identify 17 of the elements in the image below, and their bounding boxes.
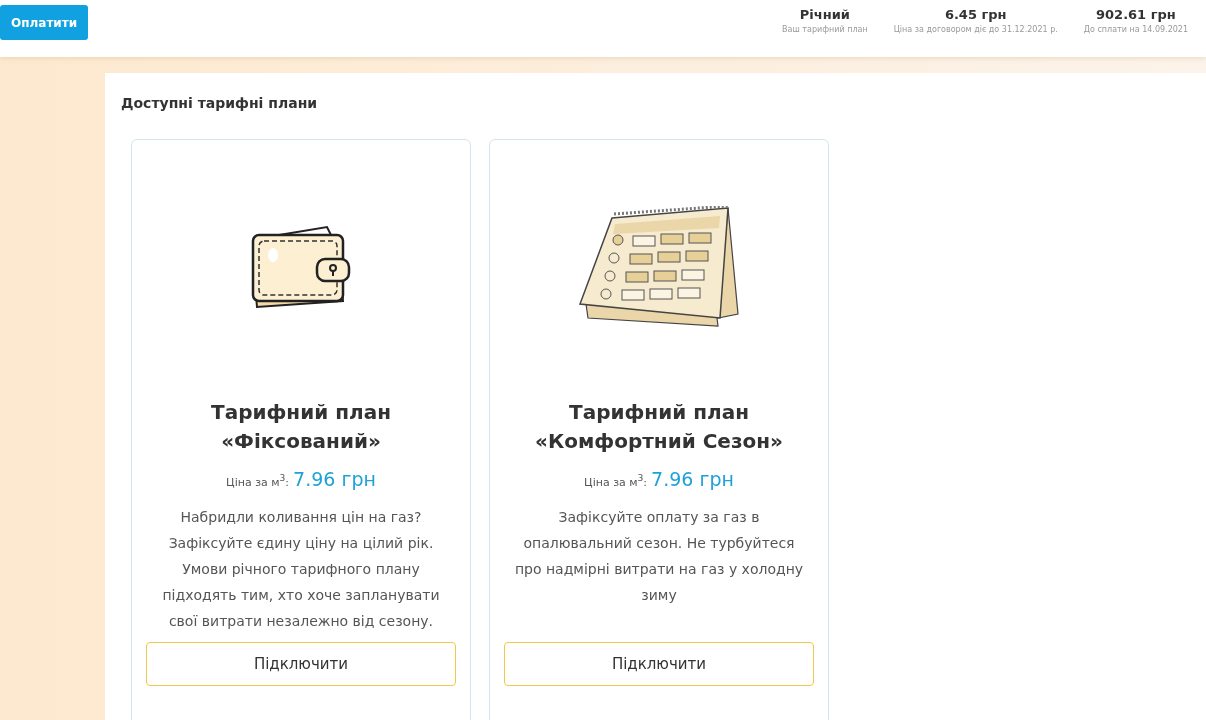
stat-value: 902.61 грн <box>1096 7 1176 22</box>
plan-title: Тарифний план «Комфортний Сезон» <box>535 399 783 455</box>
plan-description: Зафіксуйте оплату за газ в опалювальний сезон. Не турбуйтеся про надмірні витрати на газ у холодну зиму <box>514 508 804 605</box>
plan-title: Тарифний план «Фіксований» <box>211 399 391 455</box>
price-value: 7.96 грн <box>293 468 376 490</box>
connect-button[interactable]: Підключити <box>146 642 456 686</box>
stat-caption: Ціна за договором діє до 31.12.2021 р. <box>893 25 1058 34</box>
section-title: Доступні тарифні плани <box>121 95 319 111</box>
connect-button[interactable]: Підключити <box>504 642 814 686</box>
stat-caption: До сплати на 14.09.2021 <box>1083 25 1188 34</box>
plan-description: Набридли коливання цін на газ? Зафіксуйте єдину ціну на цілий рік. Умови річного тарифного плану підходять тим, хто хоче запланувати свої витрати незалежно від сезону. <box>161 508 441 631</box>
stat-value: Річний <box>799 7 850 22</box>
price-label: Ціна за м$^{3}$: <box>584 472 648 489</box>
price-label: Ціна за м$^{3}$: <box>226 472 290 489</box>
stat-value: 6.45 грн <box>944 7 1007 22</box>
price-value: 7.96 грн <box>651 468 734 490</box>
stat-caption: Ваш тарифний план <box>782 25 868 34</box>
